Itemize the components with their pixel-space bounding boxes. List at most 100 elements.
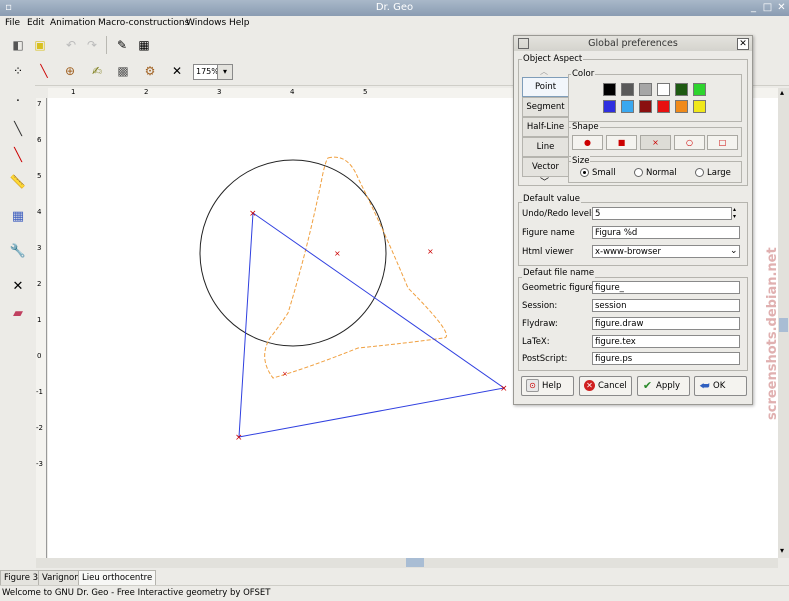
tab-figure-3[interactable]: Figure 3	[0, 570, 43, 585]
eraser-doc-icon[interactable]: ◧	[9, 36, 27, 54]
tab-varignon[interactable]: Varignon	[38, 570, 84, 585]
orthocentre-point: ×	[282, 370, 288, 378]
macro-tool-icon[interactable]: ▩	[114, 62, 132, 80]
html-viewer-label: Html viewer	[522, 247, 574, 257]
dialog-title: Global preferences	[588, 38, 678, 49]
color-swatch[interactable]	[603, 83, 616, 96]
type-half-line[interactable]: Half-Line	[522, 117, 569, 137]
point-icon[interactable]: ·	[9, 92, 27, 110]
shape-filled-square[interactable]: ■	[606, 135, 637, 150]
session-label: Session:	[522, 301, 558, 311]
menu-animation[interactable]: Animation	[50, 18, 96, 28]
figure-name-label: Figure name	[522, 228, 575, 238]
numeric-tool-icon[interactable]: ✍	[88, 62, 106, 80]
flydraw-input[interactable]: figure.draw	[592, 317, 740, 330]
shape-circle[interactable]: ○	[674, 135, 705, 150]
transform-tool-icon[interactable]: ⊕	[61, 62, 79, 80]
color-swatch[interactable]	[657, 83, 670, 96]
edit-style-icon[interactable]: ✎	[113, 36, 131, 54]
shape-filled-circle[interactable]: ●	[572, 135, 603, 150]
default-value-label: Default value	[522, 194, 581, 204]
dropdown-arrow-icon[interactable]: ⌄	[730, 246, 738, 256]
menu-help[interactable]: Help	[229, 18, 250, 28]
macro-icon[interactable]: ▦	[9, 207, 27, 225]
move-icon[interactable]: ✕	[9, 277, 27, 295]
maximize-icon[interactable]: □	[762, 2, 773, 13]
shape-cross[interactable]: ×	[640, 135, 671, 150]
watermark: screenshots.debian.net	[765, 247, 780, 420]
menu-bar: File Edit Animation Macro-constructions …	[0, 16, 789, 34]
size-normal-radio[interactable]: Normal	[634, 168, 677, 178]
apply-button[interactable]: ✔ Apply	[637, 376, 690, 396]
ok-button[interactable]: ⮨ OK	[694, 376, 747, 396]
type-vector[interactable]: Vector	[522, 157, 569, 177]
apply-check-icon: ✔	[642, 379, 653, 392]
vertex-b: ×	[500, 384, 508, 394]
line-tool-icon[interactable]: ╲	[35, 62, 53, 80]
color-swatch[interactable]	[675, 83, 688, 96]
circle-center: ×	[334, 249, 341, 258]
menu-macro-constructions[interactable]: Macro-constructions	[98, 18, 189, 28]
side-toolbar: · ╲ ╲ 📏 ▦ 🔧 ✕ ▰	[0, 85, 35, 570]
figure-name-input[interactable]: Figura %d	[592, 226, 740, 239]
delete-icon[interactable]: ▰	[9, 304, 27, 322]
intersection-tool-icon[interactable]: ✕	[168, 62, 186, 80]
window-title: Dr. Geo	[375, 2, 414, 13]
latex-input[interactable]: figure.tex	[592, 335, 740, 348]
cancel-icon: ✕	[584, 380, 595, 391]
latex-label: LaTeX:	[522, 337, 550, 347]
shape-square[interactable]: □	[707, 135, 738, 150]
size-large-radio[interactable]: Large	[695, 168, 731, 178]
grid-icon[interactable]: ▦	[135, 36, 153, 54]
session-input[interactable]: session	[592, 299, 740, 312]
close-icon[interactable]: ✕	[776, 2, 787, 13]
color-swatch[interactable]	[621, 83, 634, 96]
help-button[interactable]: ⊙ Help	[521, 376, 574, 396]
horizontal-scrollbar[interactable]	[36, 558, 778, 568]
color-swatch[interactable]	[675, 100, 688, 113]
color-swatch[interactable]	[693, 100, 706, 113]
geometric-input[interactable]: figure_	[592, 281, 740, 294]
color-swatch[interactable]	[639, 83, 652, 96]
postscript-input[interactable]: figure.ps	[592, 352, 740, 365]
triangle	[238, 212, 506, 438]
menu-windows[interactable]: Windows	[186, 18, 226, 28]
shape-label: Shape	[571, 122, 600, 132]
undo-icon[interactable]: ↶	[62, 36, 80, 54]
perpendicular-icon[interactable]: ╲	[9, 146, 27, 164]
redo-icon[interactable]: ↷	[83, 36, 101, 54]
measure-icon[interactable]: 📏	[9, 173, 27, 191]
color-label: Color	[571, 69, 596, 79]
flydraw-label: Flydraw:	[522, 319, 558, 329]
default-file-label: Defaut file name	[522, 268, 596, 278]
tab-lieu-orthocentre[interactable]: Lieu orthocentre	[78, 570, 157, 585]
minimize-icon[interactable]: _	[748, 2, 759, 13]
settings-tool-icon[interactable]: 🔧	[9, 242, 27, 260]
point-tool-icon[interactable]: ⁘	[9, 62, 27, 80]
cancel-button[interactable]: ✕ Cancel	[579, 376, 632, 396]
type-segment[interactable]: Segment	[522, 97, 569, 117]
size-small-radio[interactable]: Small	[580, 168, 616, 178]
undo-levels-spin[interactable]: 5	[592, 207, 732, 220]
dialog-close-icon[interactable]: ✕	[737, 38, 749, 50]
color-swatch[interactable]	[621, 100, 634, 113]
html-viewer-select[interactable]: x-www-browser	[592, 245, 740, 258]
geometric-label: Geometric figure	[522, 283, 594, 293]
color-swatch[interactable]	[603, 100, 616, 113]
menu-edit[interactable]: Edit	[27, 18, 44, 28]
color-swatch[interactable]	[693, 83, 706, 96]
scroll-up-icon[interactable]: ︿	[540, 66, 548, 77]
zoom-dropdown-icon[interactable]: ▾	[217, 64, 233, 80]
color-swatch[interactable]	[657, 100, 670, 113]
postscript-label: PostScript:	[522, 354, 568, 364]
type-point[interactable]: Point	[522, 77, 569, 97]
type-line[interactable]: Line	[522, 137, 569, 157]
scroll-down-icon[interactable]: ﹀	[540, 175, 549, 188]
new-figure-icon[interactable]: ▣	[31, 36, 49, 54]
script-tool-icon[interactable]: ⚙	[141, 62, 159, 80]
circle-point: ×	[427, 247, 434, 256]
menu-file[interactable]: File	[5, 18, 20, 28]
color-swatch[interactable]	[639, 100, 652, 113]
spin-arrows-icon[interactable]: ▴ ▾	[733, 206, 736, 220]
segment-icon[interactable]: ╲	[9, 120, 27, 138]
